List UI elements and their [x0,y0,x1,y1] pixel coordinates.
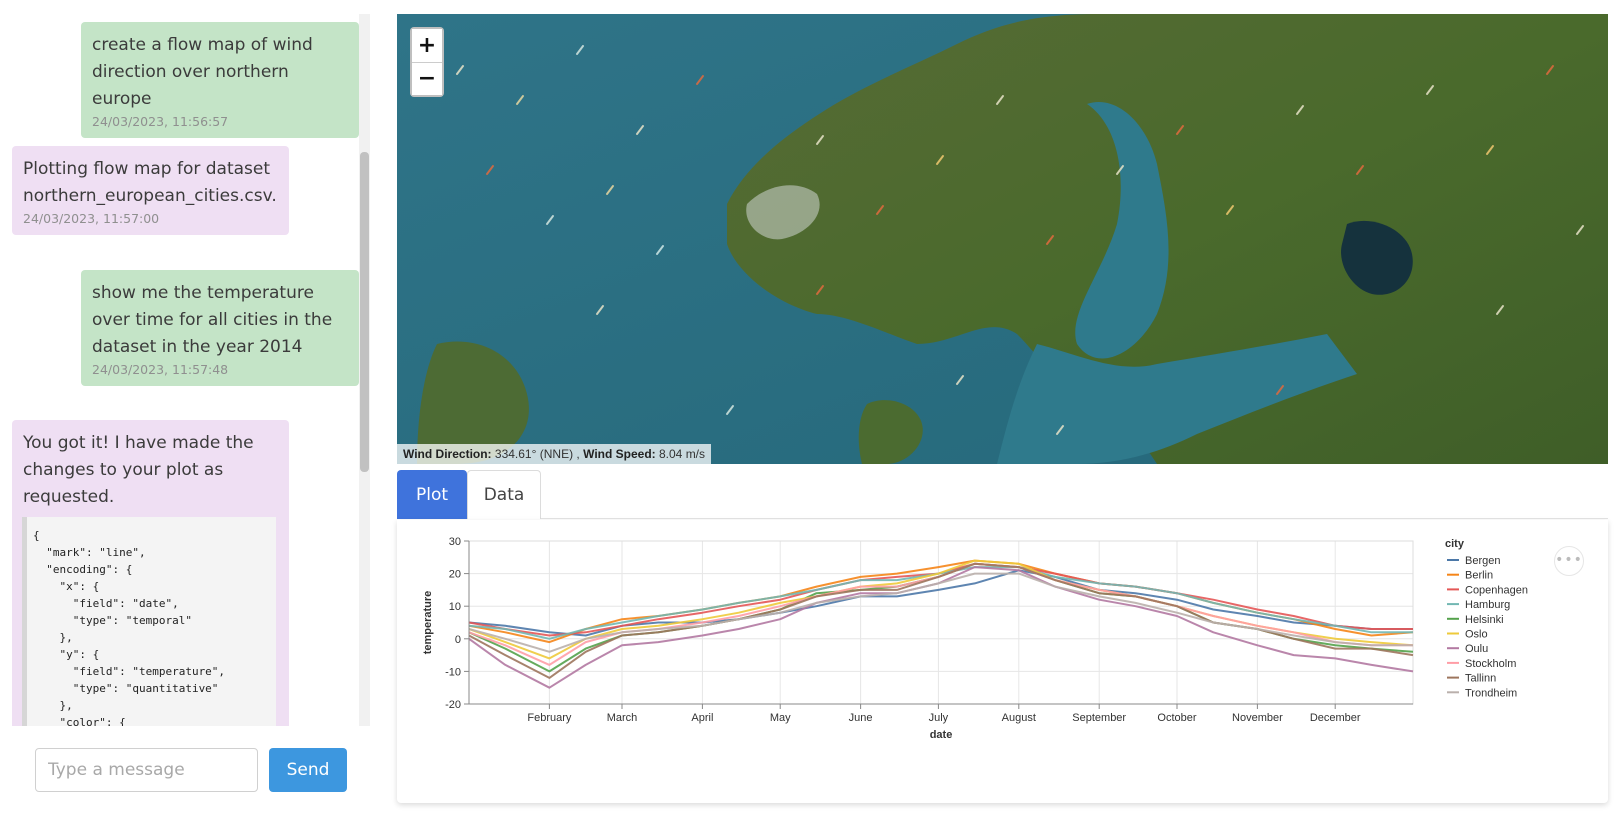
zoom-control: + − [410,27,444,97]
x-axis-title: date [930,729,953,741]
wind-readout: Wind Direction: 334.61° (NNE) , Wind Spe… [397,444,712,464]
legend-label: Helsinki [1465,614,1504,626]
message-text: create a flow map of wind direction over… [92,35,313,109]
ellipsis-icon[interactable]: ••• [1554,546,1584,576]
legend-label: Berlin [1465,570,1493,582]
user-message: show me the temperature over time for al… [81,270,359,386]
wind-speed-value: 8.04 m/s [659,447,706,461]
legend-label: Tallinn [1465,673,1496,685]
chart-legend: city Bergen Berlin Copenhagen Hamburg Helsin… [1445,538,1528,699]
legend-label: Copenhagen [1465,584,1528,596]
y-tick-label: -20 [445,699,461,711]
x-tick-label: November [1232,712,1283,724]
bot-message: You got it! I have made the changes to y… [12,420,289,726]
legend-label: Trondheim [1465,687,1517,699]
legend-label: Stockholm [1465,658,1516,670]
chat-panel: create a flow map of wind direction over… [0,0,372,821]
x-tick-label: September [1072,712,1126,724]
message-timestamp: 24/03/2023, 11:56:57 [92,114,229,129]
view-tabs: Plot Data [397,470,1608,519]
tab-data[interactable]: Data [467,470,541,519]
x-tick-label: April [691,712,713,724]
bot-message: Plotting flow map for dataset northern_e… [12,146,289,235]
y-tick-label: 10 [449,601,461,613]
y-tick-label: 30 [449,536,461,548]
code-block: { "mark": "line", "encoding": { "x": { "… [22,517,276,726]
legend-label: Oulu [1465,643,1488,655]
x-tick-label: February [527,712,572,724]
y-tick-label: 0 [455,634,461,646]
user-message: create a flow map of wind direction over… [81,22,359,138]
message-input[interactable] [35,748,258,792]
x-tick-label: May [770,712,791,724]
legend-label: Bergen [1465,555,1500,567]
y-tick-label: 20 [449,569,461,581]
message-timestamp: 24/03/2023, 11:57:00 [23,211,160,226]
y-tick-label: -10 [445,666,461,678]
x-tick-label: October [1157,712,1196,724]
message-text: You got it! I have made the changes to y… [23,433,254,507]
chart-card: 30 20 10 0 -10 -20 February March April May June Ju… [397,520,1608,803]
map-imagery [397,14,1608,464]
x-tick-label: August [1002,712,1036,724]
legend-label: Oslo [1465,629,1488,641]
message-timestamp: 24/03/2023, 11:57:48 [92,362,229,377]
series-line-bergen [468,569,1413,637]
message-text: show me the temperature over time for al… [92,283,333,357]
zoom-in-button[interactable]: + [412,29,442,62]
code-content: { "mark": "line", "encoding": { "x": { "… [33,529,226,726]
temperature-chart: 30 20 10 0 -10 -20 February March April May June Ju… [422,536,1528,741]
legend-label: Hamburg [1465,599,1510,611]
chat-scrollbar-thumb[interactable] [360,152,369,472]
chat-history[interactable]: create a flow map of wind direction over… [0,14,360,726]
send-button[interactable]: Send [269,748,347,792]
wind-speed-label: Wind Speed: [583,447,656,461]
series-line-tallinn [468,562,1414,679]
x-tick-label: December [1310,712,1361,724]
message-text: Plotting flow map for dataset northern_e… [23,159,277,206]
chart-lines [468,559,1414,689]
tab-plot[interactable]: Plot [397,470,467,519]
wind-flow-map[interactable]: + − Wind Direction: 334.61° (NNE) , Wind… [397,14,1608,464]
zoom-out-button[interactable]: − [412,62,442,95]
wind-direction-label: Wind Direction: [403,447,492,461]
x-tick-label: March [607,712,638,724]
wind-direction-value: 334.61° (NNE) , [494,447,580,461]
x-tick-label: July [929,712,949,724]
legend-title: city [1445,538,1465,550]
x-tick-label: June [849,712,873,724]
chat-scrollbar[interactable] [359,14,370,726]
y-axis-title: temperature [422,591,434,655]
